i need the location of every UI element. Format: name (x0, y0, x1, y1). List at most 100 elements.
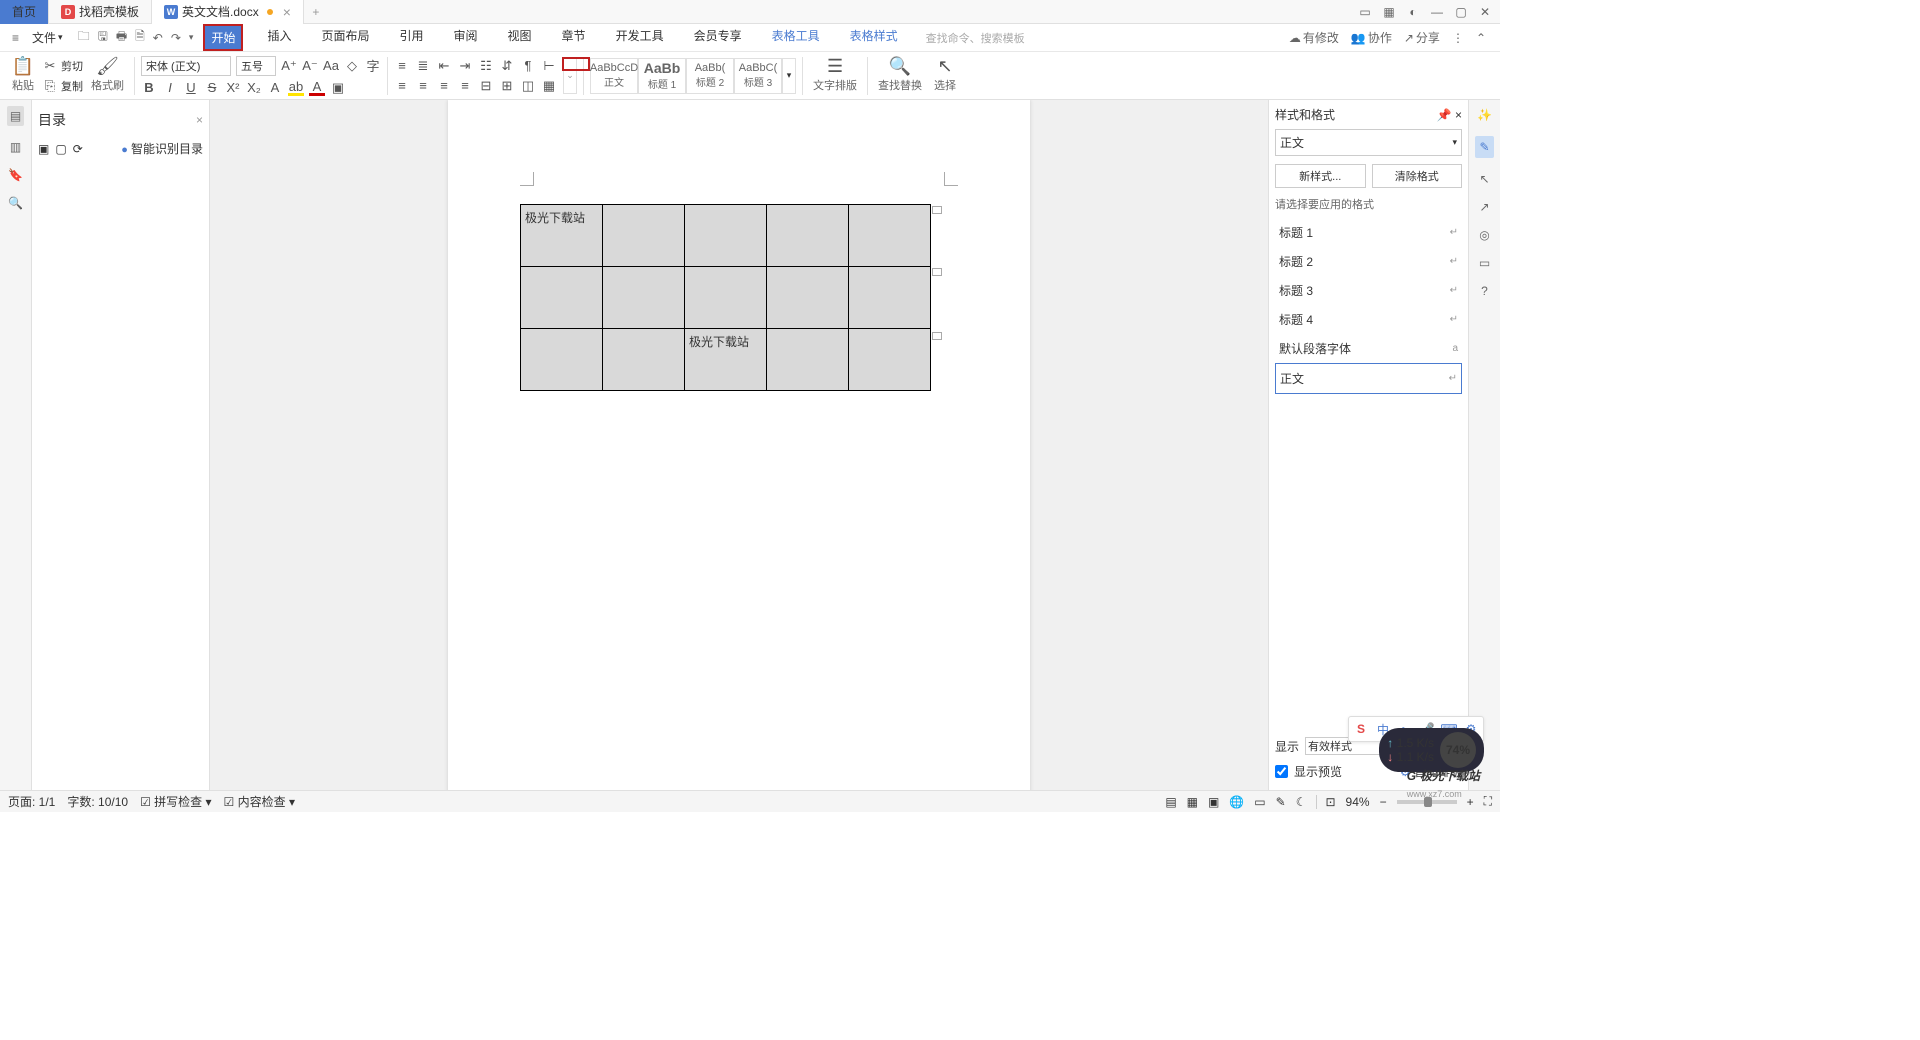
paste-icon[interactable]: 📋 (15, 59, 31, 75)
close-window-icon[interactable]: ✕ (1478, 5, 1492, 19)
grid-icon[interactable]: ▦ (1382, 5, 1396, 19)
distribute-icon[interactable]: ⊟ (478, 78, 494, 94)
view-outline-icon[interactable]: ▣ (1208, 795, 1219, 809)
cell-r2c1[interactable] (521, 267, 603, 329)
nav-thumbnails-icon[interactable]: ▥ (10, 140, 21, 154)
minimize-icon[interactable]: — (1430, 5, 1444, 19)
clear-format-button[interactable]: 清除格式 (1372, 164, 1463, 188)
menu-view[interactable]: 视图 (502, 24, 538, 51)
column-icon[interactable]: ⊞ (499, 78, 515, 94)
select-button[interactable]: ↖选择 (930, 59, 960, 93)
highlight-icon[interactable]: ab (288, 80, 304, 96)
underline-icon[interactable]: U (183, 80, 199, 96)
new-tab-button[interactable]: + (304, 5, 328, 19)
zoom-out-icon[interactable]: − (1380, 795, 1387, 809)
numbering-icon[interactable]: ≣ (415, 58, 431, 74)
text-effects-icon[interactable]: A (267, 80, 283, 96)
phonetic-icon[interactable]: 字 (365, 58, 381, 74)
nav-close-icon[interactable]: × (196, 113, 203, 127)
nav-collapse-icon[interactable]: ▢ (55, 142, 66, 156)
cell-r2c5[interactable] (849, 267, 931, 329)
char-shading-icon[interactable]: ▣ (330, 80, 346, 96)
document-table[interactable]: 极光下载站 极光下载站 (520, 204, 931, 391)
cell-r3c4[interactable] (767, 329, 849, 391)
formatpainter-group[interactable]: 🖌 格式刷 (87, 59, 128, 93)
nav-expand-icon[interactable]: ▣ (38, 142, 49, 156)
open-icon[interactable]: 🗀 (78, 27, 90, 48)
pin-icon[interactable]: 📌 (1437, 108, 1452, 122)
nav-search-icon[interactable]: 🔍 (8, 196, 23, 210)
focus-mode-icon[interactable]: ✎ (1276, 795, 1286, 809)
paragraph-dialog-launcher[interactable]: ⌄ (563, 58, 577, 94)
align-right-icon[interactable]: ≡ (436, 78, 452, 94)
strikethrough-icon[interactable]: S (204, 80, 220, 96)
menu-insert[interactable]: 插入 (261, 24, 297, 51)
style-h1[interactable]: AaBb标题 1 (638, 58, 686, 94)
superscript-icon[interactable]: X² (225, 80, 241, 96)
row-handle[interactable] (932, 268, 942, 276)
cut-button[interactable]: ✂剪切 (42, 58, 83, 74)
grow-font-icon[interactable]: A⁺ (281, 58, 297, 74)
smart-toc-button[interactable]: ● 智能识别目录 (121, 140, 203, 157)
show-preview-checkbox[interactable] (1275, 765, 1288, 778)
fit-icon[interactable]: ⊡ (1316, 795, 1335, 809)
menu-layout[interactable]: 页面布局 (315, 24, 375, 51)
align-left-icon[interactable]: ≡ (394, 78, 410, 94)
menu-developer[interactable]: 开发工具 (610, 24, 670, 51)
view-draft-icon[interactable]: ▭ (1254, 795, 1265, 809)
save-icon[interactable]: 🖫 (98, 27, 108, 48)
style-entry-default[interactable]: 默认段落字体a (1275, 334, 1462, 363)
nav-bookmark-icon[interactable]: 🔖 (8, 168, 23, 182)
style-h3[interactable]: AaBbC(标题 3 (734, 58, 782, 94)
styles-icon[interactable]: ✎ (1475, 136, 1493, 158)
cell-r3c3[interactable]: 极光下载站 (685, 329, 767, 391)
collab-button[interactable]: 👥 协作 (1351, 29, 1392, 46)
cell-r1c1[interactable]: 极光下载站 (521, 205, 603, 267)
subscript-icon[interactable]: X₂ (246, 80, 262, 96)
tab-templates[interactable]: D 找稻壳模板 (49, 0, 152, 24)
share-button[interactable]: ↗ 分享 (1404, 29, 1440, 46)
pane-close-icon[interactable]: × (1455, 108, 1462, 122)
redo-icon[interactable]: ↷ (171, 31, 181, 45)
styles-more-icon[interactable]: ▾ (782, 58, 796, 94)
menu-chapter[interactable]: 章节 (556, 24, 592, 51)
collapse-ribbon-icon[interactable]: ⌃ (1476, 31, 1486, 45)
cell-r3c5[interactable] (849, 329, 931, 391)
style-entry-h2[interactable]: 标题 2↵ (1275, 247, 1462, 276)
menu-start[interactable]: 开始 (203, 24, 243, 51)
cell-r2c3[interactable] (685, 267, 767, 329)
cell-r3c1[interactable] (521, 329, 603, 391)
cell-r1c3[interactable] (685, 205, 767, 267)
clear-format-icon[interactable]: ◇ (344, 58, 360, 74)
location-icon[interactable]: ◎ (1479, 228, 1489, 242)
style-h2[interactable]: AaBb(标题 2 (686, 58, 734, 94)
eye-protect-icon[interactable]: ☾ (1296, 795, 1307, 809)
zoom-level[interactable]: 94% (1346, 795, 1370, 809)
cell-r1c4[interactable] (767, 205, 849, 267)
copy-button[interactable]: ⎘复制 (42, 78, 83, 94)
spell-check-button[interactable]: ☑ 拼写检查 ▾ (140, 793, 211, 810)
find-replace-button[interactable]: 🔍查找替换 (874, 59, 926, 93)
line-spacing-icon[interactable]: ⇵ (499, 58, 515, 74)
tab-icon[interactable]: ⊢ (541, 58, 557, 74)
menu-member[interactable]: 会员专享 (688, 24, 748, 51)
change-case-icon[interactable]: Aa (323, 58, 339, 74)
menu-review[interactable]: 审阅 (448, 24, 484, 51)
app-menu-icon[interactable]: ≡ (8, 29, 23, 47)
content-check-button[interactable]: ☑ 内容检查 ▾ (224, 793, 295, 810)
view-print-icon[interactable]: ▦ (1187, 795, 1198, 809)
selection-icon[interactable]: ↖ (1479, 172, 1489, 186)
menu-more-icon[interactable]: ⋮ (1452, 31, 1464, 45)
cell-r1c2[interactable] (603, 205, 685, 267)
cell-r2c4[interactable] (767, 267, 849, 329)
align-center-icon[interactable]: ≡ (415, 78, 431, 94)
has-changes-button[interactable]: ☁ 有修改 (1289, 29, 1339, 46)
sort-icon[interactable]: ☷ (478, 58, 494, 74)
indent-right-icon[interactable]: ⇥ (457, 58, 473, 74)
new-style-button[interactable]: 新样式... (1275, 164, 1366, 188)
bold-icon[interactable]: B (141, 80, 157, 96)
help-icon[interactable]: ? (1481, 284, 1488, 298)
zoom-slider[interactable] (1397, 800, 1457, 804)
view-web-icon[interactable]: 🌐 (1229, 795, 1244, 809)
bullets-icon[interactable]: ≡ (394, 58, 410, 74)
